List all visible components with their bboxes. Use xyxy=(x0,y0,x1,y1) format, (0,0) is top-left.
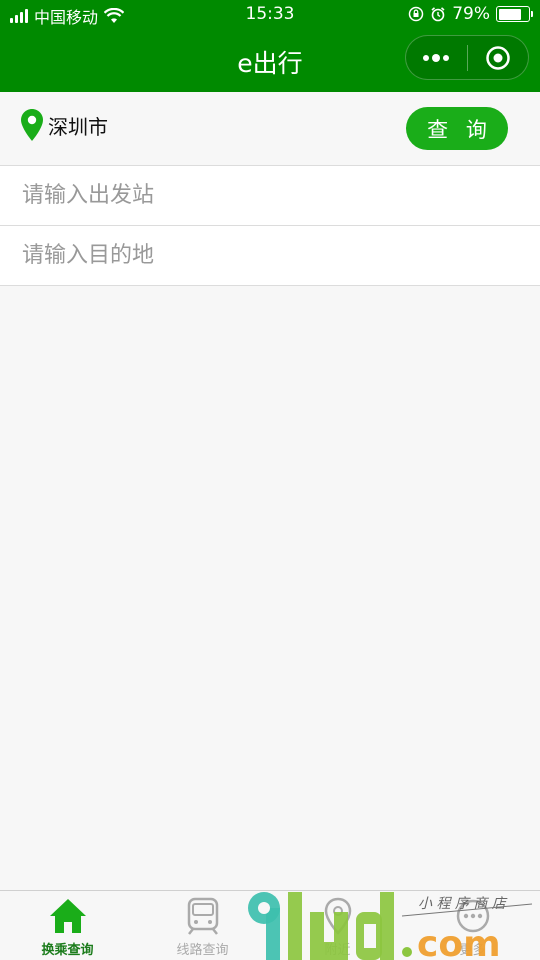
alarm-icon xyxy=(431,7,445,22)
more-dots-icon xyxy=(423,53,450,62)
tab-route-query[interactable]: 线路查询 xyxy=(135,891,270,960)
home-icon xyxy=(49,899,86,933)
location-pin-icon xyxy=(21,109,43,141)
rotation-lock-icon xyxy=(408,6,424,22)
status-bar: 中国移动 15:33 79% xyxy=(0,0,540,30)
nav-bar: e出行 xyxy=(0,30,540,92)
train-icon xyxy=(187,897,218,935)
tab-label: 换乘查询 xyxy=(41,943,94,958)
mini-program-capsule xyxy=(405,35,529,80)
battery-icon xyxy=(496,6,533,22)
menu-button[interactable] xyxy=(406,36,467,79)
tab-label: 线路查询 xyxy=(176,943,229,958)
destination-field xyxy=(0,226,540,286)
close-button[interactable] xyxy=(468,36,529,79)
city-selector[interactable]: 深圳市 xyxy=(20,108,108,142)
status-right: 79% xyxy=(408,4,533,24)
more-icon xyxy=(456,899,489,933)
destination-input[interactable] xyxy=(0,226,540,285)
tab-label: 附近 xyxy=(324,943,351,958)
tab-transfer-query[interactable]: 换乘查询 xyxy=(0,891,135,960)
tab-label: 更多 xyxy=(459,943,486,958)
departure-input[interactable] xyxy=(0,166,540,225)
departure-field xyxy=(0,166,540,226)
target-close-icon xyxy=(486,45,510,70)
battery-fill xyxy=(498,8,522,20)
tab-bar: 换乘查询 线路查询 附近 更多 xyxy=(0,890,540,960)
tab-more[interactable]: 更多 xyxy=(405,891,540,960)
tab-nearby[interactable]: 附近 xyxy=(270,891,405,960)
search-header: 深圳市 查 询 xyxy=(0,92,540,166)
location-icon xyxy=(324,897,351,935)
query-button[interactable]: 查 询 xyxy=(406,107,508,150)
battery-percent: 79% xyxy=(452,4,490,24)
city-label: 深圳市 xyxy=(48,114,108,139)
